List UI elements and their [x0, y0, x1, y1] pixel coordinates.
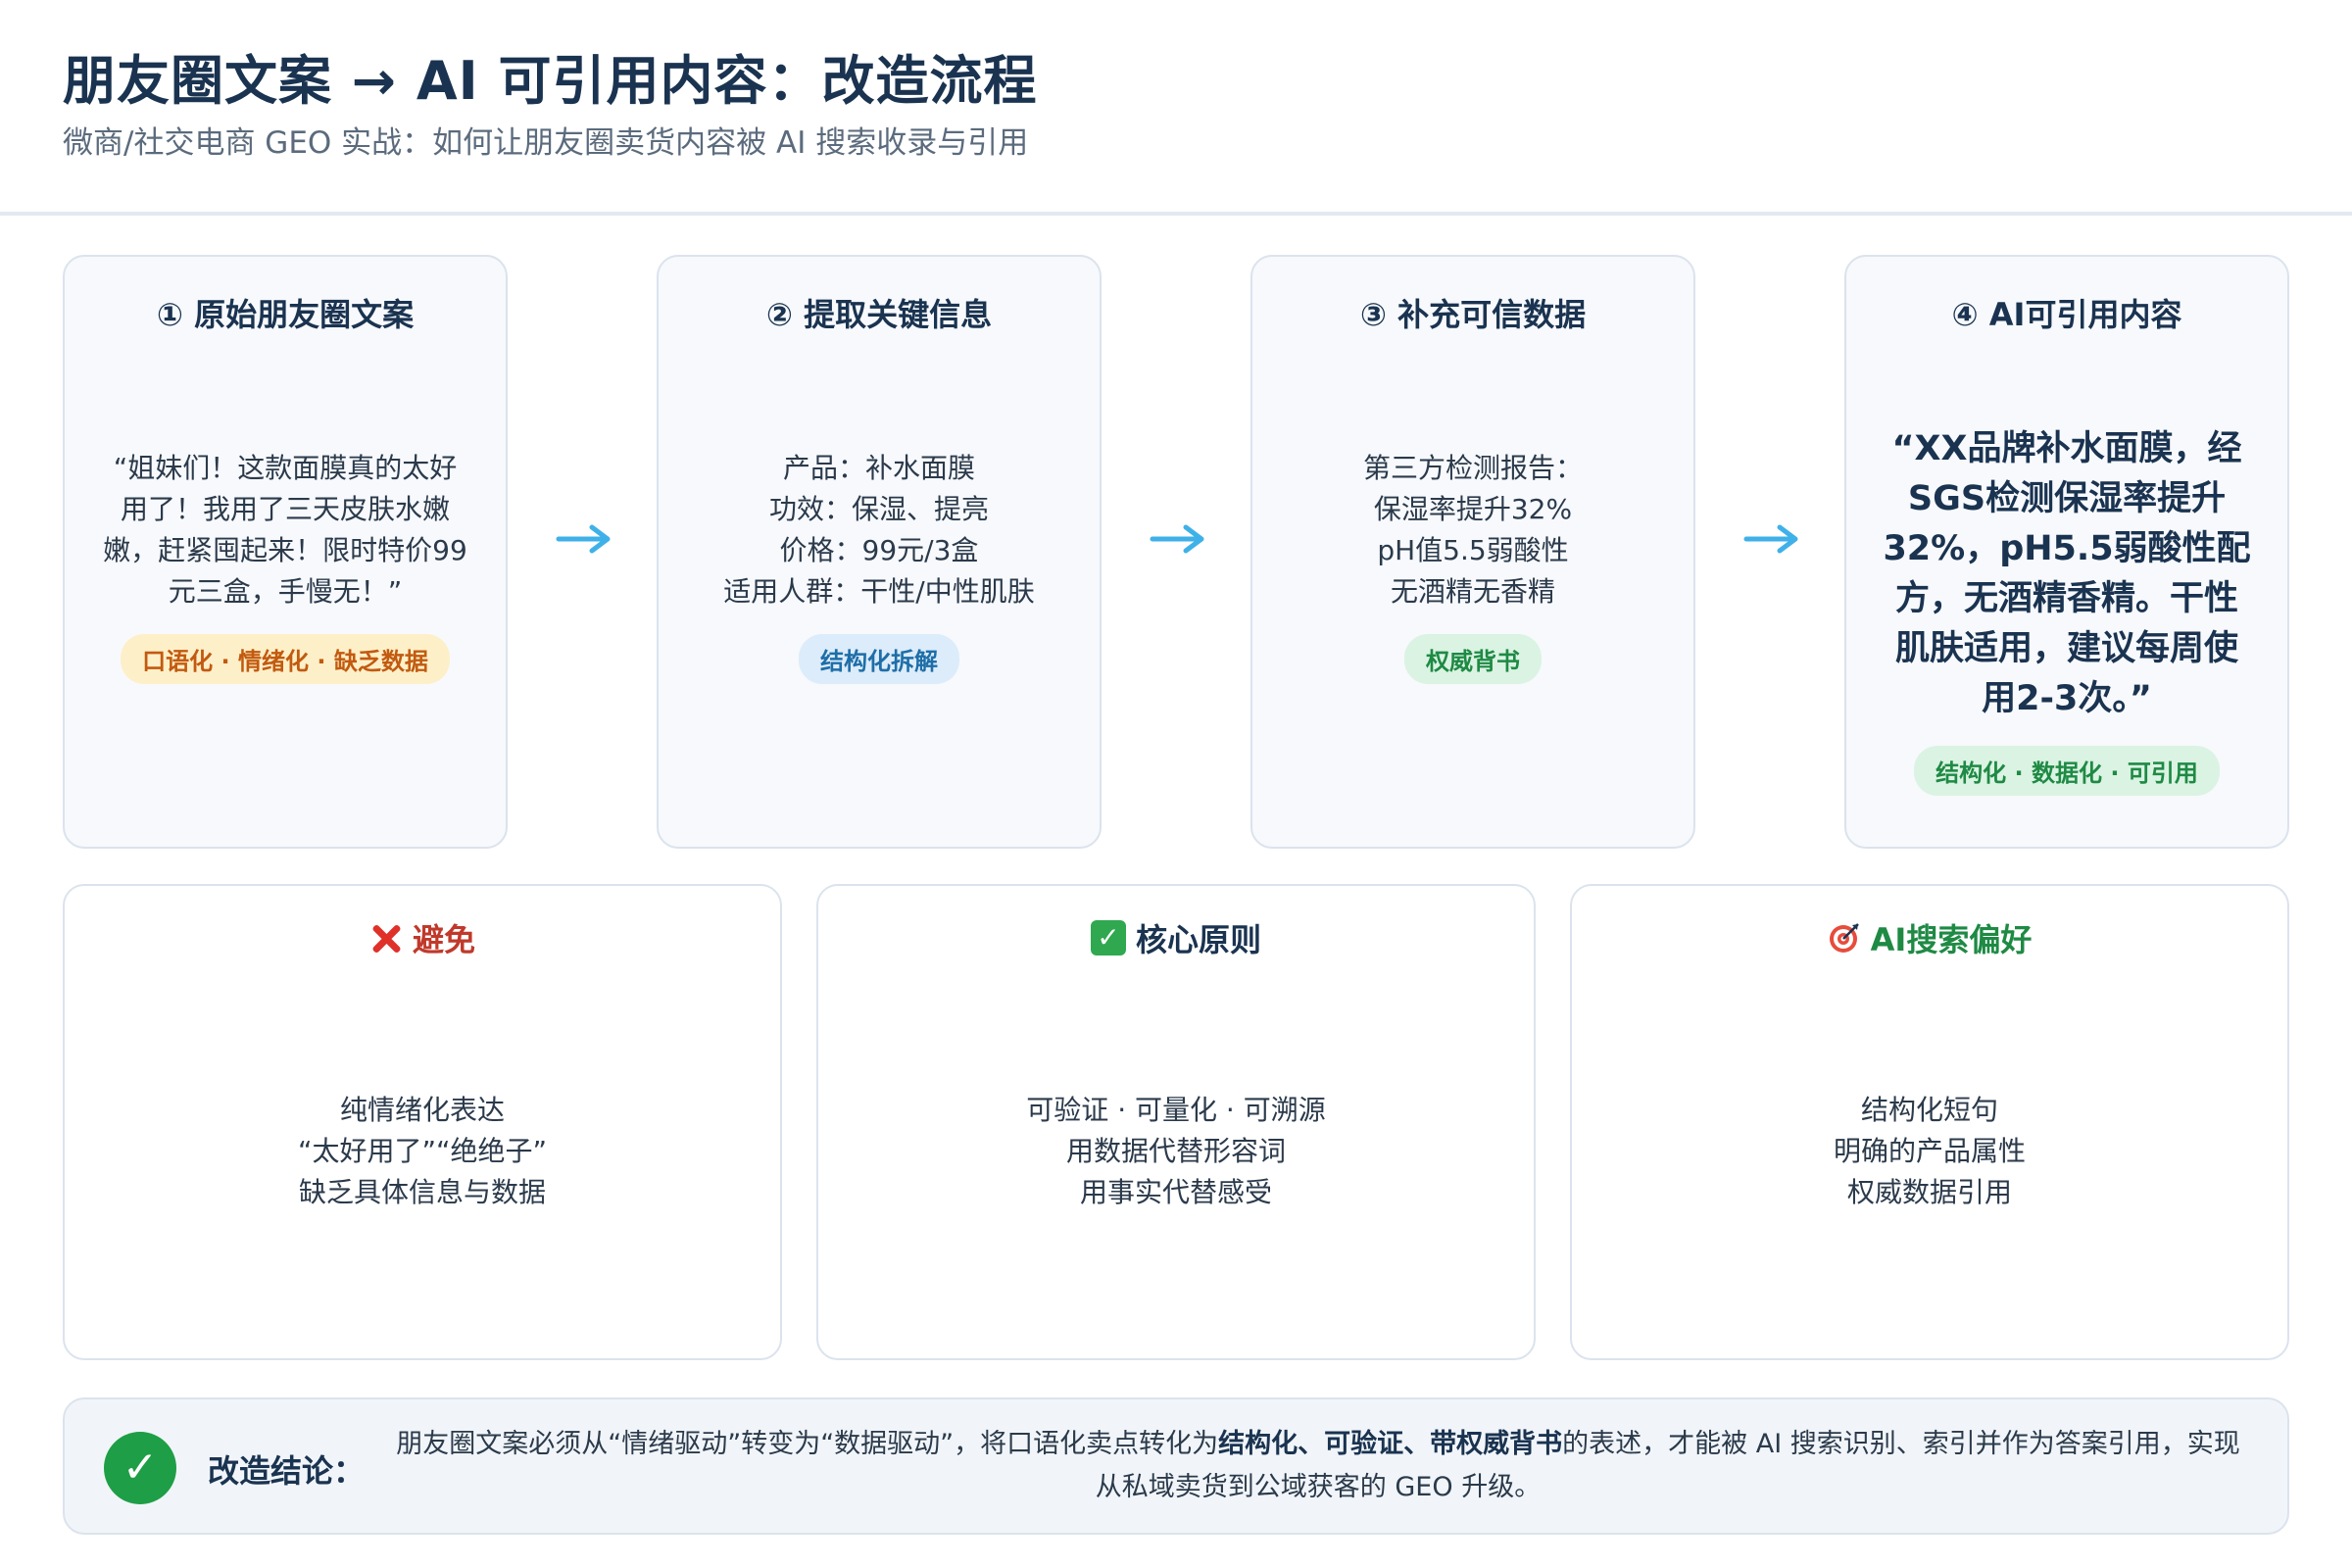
principle-title: ✓ 核心原则: [818, 915, 1534, 960]
page-title: 朋友圈文案 → AI 可引用内容：改造流程: [63, 50, 1038, 112]
principle-card-avoid: 避免 纯情绪化表达 “太好用了”“绝绝子” 缺乏具体信息与数据: [63, 884, 782, 1360]
principle-line: 明确的产品属性: [1833, 1135, 2026, 1167]
step-tag: 权威背书: [1404, 633, 1542, 684]
step-card-original: ① 原始朋友圈文案 “姐妹们！这款面膜真的太好 用了！我用了三天皮肤水嫩 嫩，赶…: [63, 255, 508, 849]
check-mark-icon: ✓: [1090, 920, 1126, 956]
arrow-right-icon: [1743, 524, 1798, 554]
arrow-right-icon: [556, 524, 611, 554]
conclusion-label: 改造结论：: [208, 1452, 366, 1490]
arrow-right-icon: [1150, 524, 1204, 554]
principle-title-text: 避免: [412, 921, 475, 958]
step-card-data: ③ 补充可信数据 第三方检测报告： 保湿率提升32% pH值5.5弱酸性 无酒精…: [1250, 255, 1695, 849]
step-text: “XX品牌补水面膜，经 SGS检测保湿率提升 32%，pH5.5弱酸性配 方，无…: [1883, 428, 2251, 718]
step-title: ② 提取关键信息: [765, 296, 993, 333]
principle-title: 避免: [65, 915, 780, 960]
check-circle-icon: ✓: [104, 1432, 176, 1504]
principle-card-core: ✓ 核心原则 可验证 · 可量化 · 可溯源 用数据代替形容词 用事实代替感受: [816, 884, 1536, 1360]
step-body: “姐妹们！这款面膜真的太好 用了！我用了三天皮肤水嫩 嫩，赶紧囤起来！限时特价9…: [94, 404, 476, 727]
step-text: 第三方检测报告： 保湿率提升32% pH值5.5弱酸性 无酒精无香精: [1362, 451, 1583, 608]
step-tag: 口语化 · 情绪化 · 缺乏数据: [121, 633, 450, 684]
conclusion-text-before: 朋友圈文案必须从“情绪驱动”转变为“数据驱动”，将口语化卖点转化为: [396, 1429, 1219, 1459]
principle-card-ai-preference: AI搜索偏好 结构化短句 明确的产品属性 权威数据引用: [1570, 884, 2289, 1360]
principle-lines: 结构化短句 明确的产品属性 权威数据引用: [1572, 1090, 2287, 1213]
principle-title-text: 核心原则: [1135, 921, 1261, 958]
principle-line: 纯情绪化表达: [339, 1094, 505, 1126]
step-card-extract: ② 提取关键信息 产品：补水面膜 功效：保湿、提亮 价格：99元/3盒 适用人群…: [657, 255, 1102, 849]
step-card-ai-content: ④ AI可引用内容 “XX品牌补水面膜，经 SGS检测保湿率提升 32%，pH5…: [1844, 255, 2289, 849]
principle-line: 权威数据引用: [1846, 1176, 2012, 1208]
principle-line: 可验证 · 可量化 · 可溯源: [1026, 1094, 1326, 1126]
step-title: ④ AI可引用内容: [1951, 296, 2182, 333]
step-text: “姐妹们！这款面膜真的太好 用了！我用了三天皮肤水嫩 嫩，赶紧囤起来！限时特价9…: [103, 451, 467, 608]
principle-line: “太好用了”“绝绝子”: [297, 1135, 548, 1167]
principle-title-text: AI搜索偏好: [1870, 921, 2033, 958]
step-body: 产品：补水面膜 功效：保湿、提亮 价格：99元/3盒 适用人群：干性/中性肌肤 …: [688, 404, 1070, 727]
principle-line: 用数据代替形容词: [1065, 1135, 1286, 1167]
principle-line: 用事实代替感受: [1079, 1176, 1272, 1208]
step-title: ③ 补充可信数据: [1359, 296, 1587, 333]
step-text: 产品：补水面膜 功效：保湿、提亮 价格：99元/3盒 适用人群：干性/中性肌肤: [723, 451, 1035, 608]
principle-line: 缺乏具体信息与数据: [298, 1176, 546, 1208]
conclusion-text: 朋友圈文案必须从“情绪驱动”转变为“数据驱动”，将口语化卖点转化为结构化、可验证…: [388, 1423, 2248, 1509]
step-body: 第三方检测报告： 保湿率提升32% pH值5.5弱酸性 无酒精无香精 权威背书: [1282, 404, 1664, 727]
principle-title: AI搜索偏好: [1572, 915, 2287, 960]
step-tag: 结构化 · 数据化 · 可引用: [1914, 745, 2220, 796]
cross-mark-icon: [369, 921, 403, 955]
step-title: ① 原始朋友圈文案: [156, 296, 415, 333]
target-icon: [1829, 923, 1859, 953]
principle-line: 结构化短句: [1860, 1094, 1998, 1126]
header: 朋友圈文案 → AI 可引用内容：改造流程 微商/社交电商 GEO 实战：如何让…: [0, 0, 2352, 216]
step-body: “XX品牌补水面膜，经 SGS检测保湿率提升 32%，pH5.5弱酸性配 方，无…: [1876, 394, 2258, 825]
principle-lines: 纯情绪化表达 “太好用了”“绝绝子” 缺乏具体信息与数据: [65, 1090, 780, 1213]
conclusion-text-bold: 结构化、可验证、带权威背书: [1218, 1429, 1563, 1459]
conclusion-banner: ✓ 改造结论： 朋友圈文案必须从“情绪驱动”转变为“数据驱动”，将口语化卖点转化…: [63, 1397, 2289, 1535]
principle-lines: 可验证 · 可量化 · 可溯源 用数据代替形容词 用事实代替感受: [818, 1090, 1534, 1213]
page-subtitle: 微商/社交电商 GEO 实战：如何让朋友圈卖货内容被 AI 搜索收录与引用: [63, 125, 1029, 161]
step-tag: 结构化拆解: [799, 633, 959, 684]
